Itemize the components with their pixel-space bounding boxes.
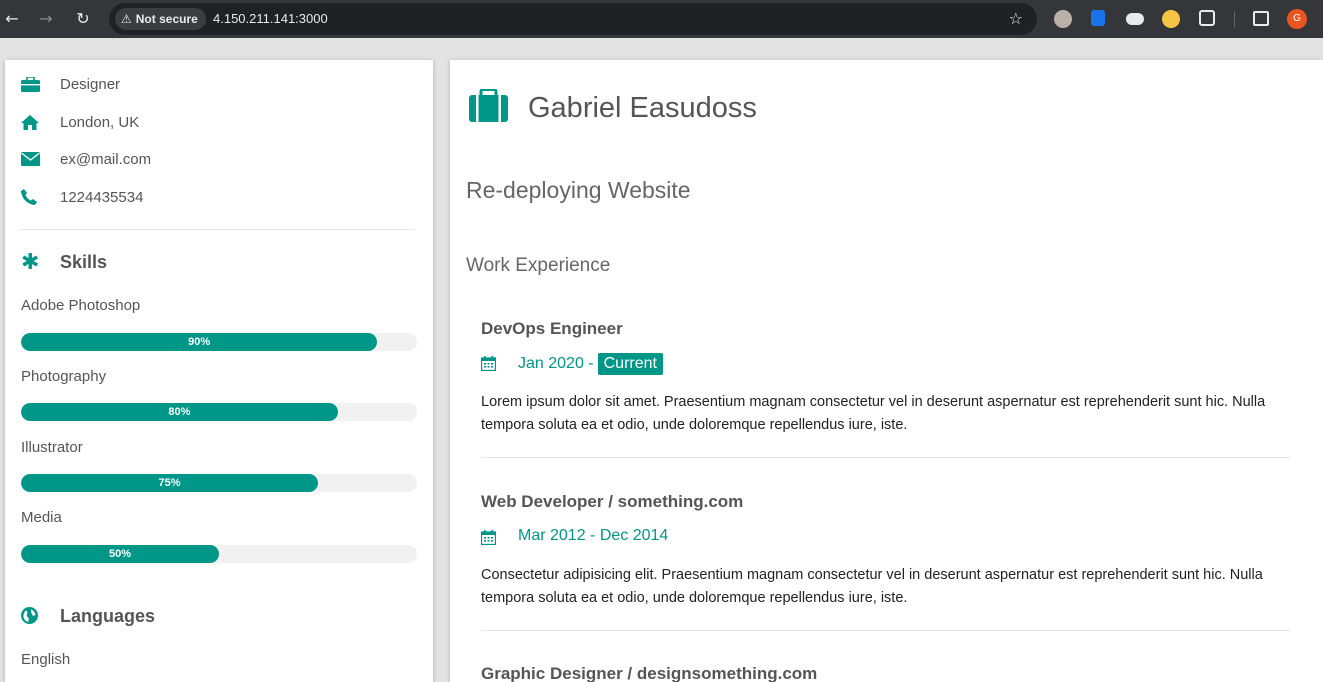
globe-icon [21, 607, 38, 629]
briefcase-icon [469, 88, 508, 127]
language-name: English [21, 651, 71, 668]
side-panel-icon[interactable] [1253, 11, 1269, 26]
asterisk-icon: ✱ [21, 250, 40, 275]
skill-progress-bar: 50% [21, 545, 417, 563]
extension-cloud-icon[interactable] [1126, 13, 1144, 25]
address-bar[interactable]: ⚠ Not secure 4.150.211.141:3000 ☆ [109, 3, 1037, 35]
skills-title: Skills [60, 252, 108, 272]
extension-owl-icon[interactable] [1054, 10, 1072, 28]
skill-name: Adobe Photoshop [21, 297, 141, 314]
skill-name: Illustrator [21, 439, 83, 456]
calendar-icon [480, 356, 497, 376]
job-date: Mar 2012 - Dec 2014 [518, 527, 669, 544]
phone-text: 1224435534 [60, 188, 144, 206]
occupation-text: Designer [60, 75, 121, 93]
security-indicator[interactable]: ⚠ Not secure [115, 8, 206, 30]
warning-icon: ⚠ [121, 12, 132, 26]
extension-at-icon[interactable] [1162, 10, 1180, 28]
skill-progress-fill: 90% [21, 333, 378, 351]
job-description: Consectetur adipisicing elit. Praesentiu… [481, 567, 1263, 606]
skill-name: Photography [21, 368, 107, 385]
url-text[interactable]: 4.150.211.141:3000 [213, 11, 328, 26]
back-icon[interactable]: ← [2, 9, 22, 29]
job-title: DevOps Engineer [481, 319, 623, 338]
home-icon [21, 113, 45, 131]
info-location: London, UK [21, 113, 139, 131]
location-text: London, UK [60, 113, 140, 131]
skill-progress-bar: 80% [21, 403, 417, 421]
browser-toolbar: ← → ↻ ⚠ Not secure 4.150.211.141:3000 ☆ … [0, 0, 1323, 38]
page-subtitle: Re-deploying Website [466, 177, 691, 203]
skill-progress-bar: 75% [21, 474, 417, 492]
job-date-row: Jan 2020 - Current [480, 353, 663, 376]
profile-avatar[interactable]: G [1287, 9, 1307, 29]
languages-title: Languages [60, 606, 156, 626]
briefcase-icon [21, 75, 45, 93]
skill-progress-fill: 50% [21, 545, 219, 563]
job-divider [481, 457, 1290, 458]
skills-heading: ✱ Skills [21, 250, 107, 275]
security-label: Not secure [135, 12, 198, 26]
skill-name: Media [21, 509, 62, 526]
info-phone: 1224435534 [21, 188, 143, 206]
envelope-icon [21, 150, 45, 168]
bookmark-star-icon[interactable]: ☆ [1009, 9, 1023, 28]
extensions-puzzle-icon[interactable] [1199, 10, 1215, 26]
main-card: Gabriel Easudoss Re-deploying Website Wo… [450, 60, 1323, 682]
job-description: Lorem ipsum dolor sit amet. Praesentium … [481, 394, 1266, 433]
info-occupation: Designer [21, 75, 120, 93]
job-title: Graphic Designer / designsomething.com [481, 664, 818, 682]
forward-icon[interactable]: → [36, 9, 56, 29]
reload-icon[interactable]: ↻ [73, 9, 93, 29]
toolbar-divider [1234, 11, 1235, 27]
job-date: Jan 2020 - [518, 355, 594, 372]
extension-gem-icon[interactable] [1091, 10, 1105, 26]
skill-progress-fill: 75% [21, 474, 318, 492]
calendar-icon [480, 530, 497, 550]
job-date-row: Mar 2012 - Dec 2014 [480, 527, 668, 550]
profile-name: Gabriel Easudoss [528, 92, 757, 124]
languages-heading: Languages [21, 606, 155, 629]
skill-progress-bar: 90% [21, 333, 417, 351]
sidebar-divider [21, 229, 415, 230]
email-text: ex@mail.com [60, 150, 152, 168]
phone-icon [21, 188, 45, 206]
skill-progress-fill: 80% [21, 403, 338, 421]
work-experience-heading: Work Experience [466, 255, 611, 276]
current-badge: Current [597, 353, 663, 375]
job-title: Web Developer / something.com [481, 492, 744, 511]
sidebar-card: Designer London, UK ex@mail.com 12244355… [5, 60, 433, 682]
info-email: ex@mail.com [21, 150, 151, 168]
job-divider [481, 630, 1290, 631]
